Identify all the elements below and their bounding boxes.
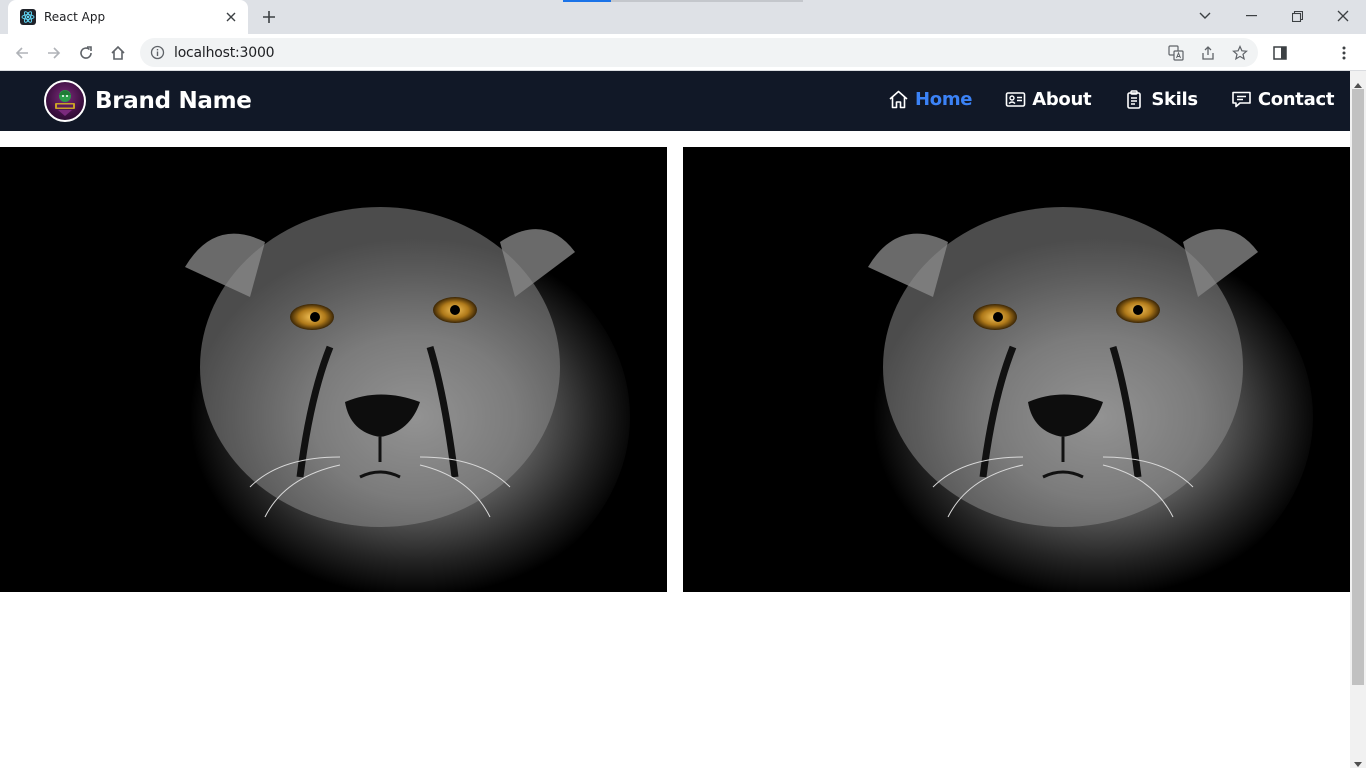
- side-panel-icon[interactable]: [1268, 41, 1292, 65]
- translate-icon[interactable]: [1167, 44, 1185, 62]
- scroll-up-icon[interactable]: [1354, 75, 1362, 88]
- scroll-down-icon[interactable]: [1354, 755, 1362, 767]
- brand[interactable]: Brand Name: [44, 80, 252, 122]
- brand-logo: [44, 80, 86, 122]
- id-card-icon: [1005, 92, 1026, 107]
- new-tab-icon[interactable]: [258, 6, 280, 28]
- reload-icon[interactable]: [74, 41, 98, 65]
- restore-icon[interactable]: [1274, 0, 1320, 32]
- close-window-icon[interactable]: [1320, 0, 1366, 32]
- home-icon: [889, 90, 908, 109]
- home-button-icon[interactable]: [106, 41, 130, 65]
- forward-icon[interactable]: [42, 41, 66, 65]
- nav-item-home[interactable]: Home: [888, 89, 973, 110]
- site-info-icon[interactable]: [150, 45, 165, 60]
- nav-label-about: About: [1032, 89, 1092, 110]
- browser-tab[interactable]: React App: [8, 0, 248, 34]
- main-nav: Home About Skils Contact: [888, 89, 1334, 110]
- bookmark-star-icon[interactable]: [1231, 44, 1249, 62]
- nav-label-contact: Contact: [1257, 89, 1335, 110]
- browser-tab-strip: React App: [0, 0, 1366, 34]
- close-tab-icon[interactable]: [222, 8, 240, 26]
- browser-toolbar: localhost:3000: [0, 34, 1366, 71]
- menu-kebab-icon[interactable]: [1332, 41, 1356, 65]
- tab-loading-indicator: [563, 0, 611, 2]
- share-icon[interactable]: [1199, 44, 1217, 62]
- nav-item-skils[interactable]: Skils: [1124, 89, 1198, 110]
- url-text: localhost:3000: [174, 45, 275, 61]
- page-viewport: Brand Name Home About Skils Contact: [0, 71, 1350, 768]
- site-navbar: Brand Name Home About Skils Contact: [0, 71, 1350, 131]
- brand-name: Brand Name: [95, 88, 252, 114]
- nav-label-home: Home: [915, 89, 973, 110]
- tab-search-icon[interactable]: [1182, 0, 1228, 32]
- minimize-icon[interactable]: [1228, 0, 1274, 32]
- address-bar[interactable]: localhost:3000: [140, 38, 1258, 67]
- nav-label-skils: Skils: [1151, 89, 1198, 110]
- page-scrollbar[interactable]: [1350, 71, 1366, 768]
- tab-title: React App: [44, 10, 106, 24]
- nav-item-contact[interactable]: Contact: [1231, 89, 1334, 110]
- tab-strip-divider: [611, 0, 803, 2]
- scrollbar-thumb[interactable]: [1352, 89, 1364, 685]
- chat-icon: [1232, 91, 1251, 108]
- cheetah-image: [683, 147, 1350, 592]
- clipboard-icon: [1127, 90, 1142, 109]
- cheetah-image: [0, 147, 667, 592]
- back-icon[interactable]: [10, 41, 34, 65]
- nav-item-about[interactable]: About: [1005, 89, 1092, 110]
- react-logo-icon: [20, 9, 36, 25]
